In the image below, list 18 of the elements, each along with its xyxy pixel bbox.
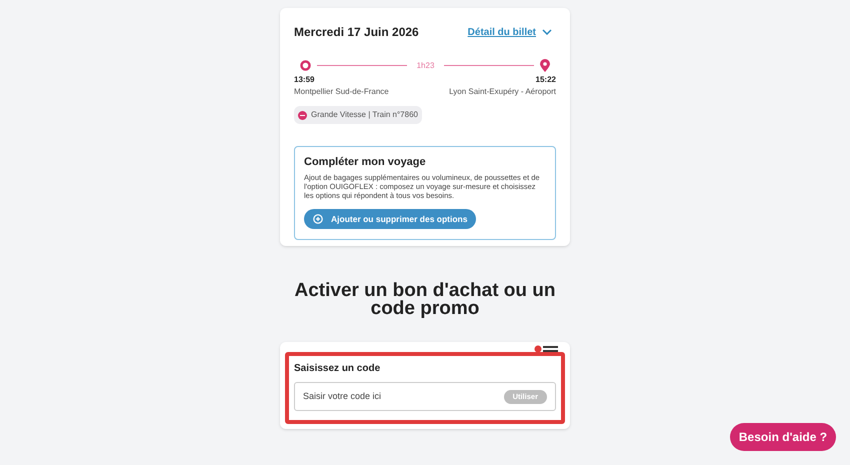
options-button[interactable]: Ajouter ou supprimer des options: [304, 209, 476, 229]
departure-time: 13:59: [294, 74, 316, 86]
ticket-detail-link[interactable]: Détail du billet: [468, 24, 552, 40]
promo-heading: Activer un bon d'achat ou un code promo: [293, 282, 557, 318]
help-button[interactable]: Besoin d'aide ?: [730, 423, 836, 451]
chevron-down-icon: [542, 29, 552, 35]
trip-date: Mercredi 17 Juin 2026: [294, 24, 419, 41]
arrival-time: 15:22: [536, 74, 556, 86]
options-title: Compléter mon voyage: [304, 154, 427, 170]
origin-circle-icon: [300, 60, 311, 71]
trip-duration: 1h23: [416, 60, 436, 72]
departure-station: Montpellier Sud-de-France: [294, 86, 389, 98]
train-logo-icon: [298, 110, 307, 120]
plus-circle-icon: [313, 214, 323, 224]
code-label: Saisissez un code: [294, 362, 382, 376]
location-pin-icon: [540, 59, 550, 72]
arrival-station: Lyon Saint-Exupéry - Aéroport: [449, 86, 556, 98]
train-info: Grande Vitesse | Train n°7860: [311, 109, 418, 121]
